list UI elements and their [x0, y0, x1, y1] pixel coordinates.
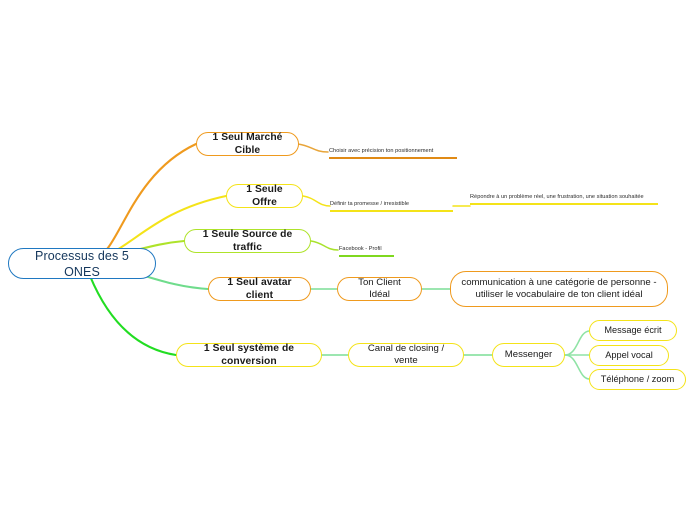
- edge-root-to-systeme-conversion: [88, 274, 178, 357]
- node-canal-closing[interactable]: Canal de closing / vente: [348, 343, 464, 367]
- edge-seule-offre-to-note: [302, 195, 331, 207]
- node-communication-categorie[interactable]: communication à une catégorie de personn…: [450, 271, 668, 307]
- branch-label-avatar-client: 1 Seul avatar client: [227, 276, 292, 301]
- branch-label-source-traffic: 1 Seule Source de traffic: [202, 228, 293, 253]
- node-message-ecrit-label: Message écrit: [604, 324, 662, 335]
- note-promesse-text: Définir ta promesse / irresistible: [330, 201, 410, 208]
- branch-node-avatar-client[interactable]: 1 Seul avatar client: [208, 277, 311, 301]
- node-messenger-label: Messenger: [504, 348, 553, 360]
- branch-label-seule-offre: 1 Seule Offre: [246, 183, 283, 208]
- note-facebook: Facebook - Profil: [339, 237, 394, 258]
- edge-messenger-to-telephone-zoom: [564, 354, 590, 380]
- root-node-label: Processus des 5 ONES: [35, 248, 129, 279]
- edge-source-traffic-to-note: [310, 240, 339, 251]
- node-appel-vocal-label: Appel vocal: [605, 349, 653, 360]
- branch-label-systeme-conversion: 1 Seul système de conversion: [203, 342, 295, 367]
- branch-label-marche-cible: 1 Seul Marché Cible: [212, 131, 283, 156]
- node-client-ideal-label: Ton Client Idéal: [358, 276, 401, 300]
- root-node[interactable]: Processus des 5 ONES: [8, 248, 156, 279]
- note-positionnement: Choisir avec précision ton positionnemen…: [329, 139, 457, 160]
- edge-marche-cible-to-note: [297, 143, 329, 153]
- node-appel-vocal[interactable]: Appel vocal: [589, 345, 669, 366]
- note-probleme: Répondre à un problème réel, une frustra…: [470, 185, 658, 206]
- edge-root-to-marche-cible: [94, 142, 198, 260]
- node-client-ideal[interactable]: Ton Client Idéal: [337, 277, 422, 301]
- node-communication-categorie-label: communication à une catégorie de personn…: [461, 276, 657, 300]
- branch-node-seule-offre[interactable]: 1 Seule Offre: [226, 184, 303, 208]
- node-message-ecrit[interactable]: Message écrit: [589, 320, 677, 341]
- note-promesse: Définir ta promesse / irresistible: [330, 192, 453, 213]
- branch-node-source-traffic[interactable]: 1 Seule Source de traffic: [184, 229, 311, 253]
- node-telephone-zoom[interactable]: Téléphone / zoom: [589, 369, 686, 390]
- note-positionnement-text: Choisir avec précision ton positionnemen…: [329, 148, 434, 155]
- branch-node-marche-cible[interactable]: 1 Seul Marché Cible: [196, 132, 299, 156]
- edge-messenger-to-message-ecrit: [564, 330, 590, 356]
- node-telephone-zoom-label: Téléphone / zoom: [600, 373, 675, 384]
- node-messenger[interactable]: Messenger: [492, 343, 565, 367]
- node-canal-closing-label: Canal de closing / vente: [367, 342, 445, 366]
- branch-node-systeme-conversion[interactable]: 1 Seul système de conversion: [176, 343, 322, 367]
- note-probleme-text: Répondre à un problème réel, une frustra…: [470, 194, 644, 201]
- note-facebook-text: Facebook - Profil: [339, 246, 382, 253]
- mindmap-canvas: Processus des 5 ONES 1 Seul Marché Cible…: [0, 0, 696, 520]
